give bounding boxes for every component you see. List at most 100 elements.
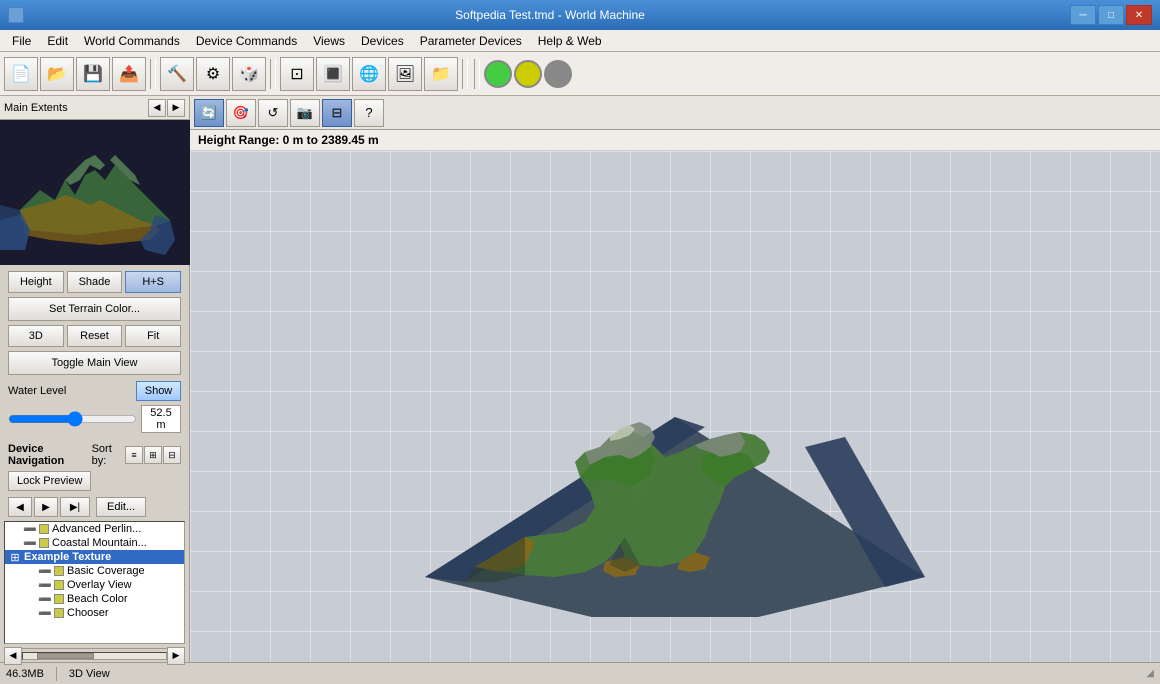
minimize-button[interactable]: ─ xyxy=(1070,5,1096,25)
sort-icon-1[interactable]: ≡ xyxy=(125,446,143,464)
water-level-slider[interactable] xyxy=(8,411,137,427)
water-level-row: Water Level Show xyxy=(8,381,181,401)
nav-end-button[interactable]: ▶| xyxy=(60,497,90,517)
sort-label: Sort by: xyxy=(92,443,125,467)
green-indicator xyxy=(484,60,512,88)
tree-item-label: Coastal Mountain... xyxy=(52,537,180,549)
zoom-fit-toolbar-button[interactable]: 🔳 xyxy=(316,57,350,91)
orbit-view-button[interactable]: 🔄 xyxy=(194,99,224,127)
height-info: Height Range: 0 m to 2389.45 m xyxy=(190,130,1160,151)
view-action-buttons: 3D Reset Fit xyxy=(8,325,181,347)
water-show-button[interactable]: Show xyxy=(136,381,181,401)
save-toolbar-button[interactable]: 💾 xyxy=(76,57,110,91)
free-view-button[interactable]: 🎯 xyxy=(226,99,256,127)
build2-toolbar-button[interactable]: ⚙ xyxy=(196,57,230,91)
hs-button[interactable]: H+S xyxy=(125,271,181,293)
tree-item-advanced[interactable]: ➖Advanced Perlin... xyxy=(5,522,184,536)
wireframe-view-button[interactable]: ⊟ xyxy=(322,99,352,127)
height-button[interactable]: Height xyxy=(8,271,64,293)
title-bar: Softpedia Test.tmd - World Machine ─ □ ✕ xyxy=(0,0,1160,30)
toolbar-separator xyxy=(270,59,276,89)
terrain-3d xyxy=(325,197,1025,617)
export-toolbar-button[interactable]: 📤 xyxy=(112,57,146,91)
tree-item-basic-coverage[interactable]: ➖Basic Coverage xyxy=(5,564,184,578)
reset-button[interactable]: Reset xyxy=(67,325,123,347)
view-controls: Height Shade H+S Set Terrain Color... 3D… xyxy=(0,265,189,439)
sort-icon-3[interactable]: ⊟ xyxy=(163,446,181,464)
set-terrain-button[interactable]: Set Terrain Color... xyxy=(8,297,181,321)
tree-color-dot xyxy=(54,580,64,590)
build-toolbar-button[interactable]: 🔨 xyxy=(160,57,194,91)
preview-canvas xyxy=(0,120,190,265)
maximize-button[interactable]: □ xyxy=(1098,5,1124,25)
close-button[interactable]: ✕ xyxy=(1126,5,1152,25)
reset-view-view-button[interactable]: ↺ xyxy=(258,99,288,127)
preview-header: Main Extents ◀ ▶ xyxy=(0,96,189,120)
scroll-track[interactable] xyxy=(22,652,167,660)
nav-next-button[interactable]: ▶ xyxy=(34,497,58,517)
tree-item-chooser[interactable]: ➖Chooser xyxy=(5,606,184,620)
tree-item-label: Beach Color xyxy=(67,593,180,605)
tree-item-coastal[interactable]: ➖ Coastal Mountain... xyxy=(5,536,184,550)
window-title: Softpedia Test.tmd - World Machine xyxy=(30,8,1070,22)
sort-icons: ≡ ⊞ ⊟ xyxy=(125,446,181,464)
tree-scrollbar: ◀ ▶ xyxy=(4,648,185,662)
view-mode-status: 3D View xyxy=(69,668,110,680)
render-toolbar-button[interactable]: 🌐 xyxy=(352,57,386,91)
tree-expand-icon: ➖ xyxy=(24,537,36,549)
device-nav-label: Device Navigation xyxy=(8,443,92,467)
lock-preview-button[interactable]: Lock Preview xyxy=(8,471,91,491)
view-toolbar: 🔄🎯↺📷⊟? xyxy=(190,96,1160,130)
menu-bar: FileEditWorld CommandsDevice CommandsVie… xyxy=(0,30,1160,52)
menu-item-file[interactable]: File xyxy=(4,32,39,50)
preview-nav-right[interactable]: ▶ xyxy=(167,99,185,117)
shade-button[interactable]: Shade xyxy=(67,271,123,293)
edit-button[interactable]: Edit... xyxy=(96,497,146,517)
tree-item-label: Chooser xyxy=(67,607,180,619)
gray-indicator xyxy=(544,60,572,88)
tree-item-overlay-view[interactable]: ➖Overlay View xyxy=(5,578,184,592)
preview-label: Main Extents xyxy=(4,102,68,114)
menu-item-devices[interactable]: Devices xyxy=(353,32,412,50)
menu-item-device-commands[interactable]: Device Commands xyxy=(188,32,305,50)
menu-item-views[interactable]: Views xyxy=(305,32,353,50)
water-level-label: Water Level xyxy=(8,385,132,397)
help-view-button[interactable]: ? xyxy=(354,99,384,127)
canvas-3d xyxy=(190,151,1160,662)
scroll-right-button[interactable]: ▶ xyxy=(167,647,185,665)
toolbar-separator xyxy=(150,59,156,89)
status-bar: 46.3MB 3D View ◢ xyxy=(0,662,1160,684)
open-toolbar-button[interactable]: 📂 xyxy=(40,57,74,91)
nav-buttons: ◀ ▶ ▶| Edit... xyxy=(0,495,189,521)
resize-handle[interactable]: ◢ xyxy=(1146,668,1154,679)
fit-button[interactable]: Fit xyxy=(125,325,181,347)
preview-nav-left[interactable]: ◀ xyxy=(148,99,166,117)
menu-item-world-commands[interactable]: World Commands xyxy=(76,32,188,50)
zoom-extents-toolbar-button[interactable]: ⊡ xyxy=(280,57,314,91)
main-layout: Main Extents ◀ ▶ He xyxy=(0,96,1160,662)
tree-item-example-texture[interactable]: ⊞Example Texture xyxy=(5,550,184,564)
app-icon xyxy=(8,7,24,23)
sort-icon-2[interactable]: ⊞ xyxy=(144,446,162,464)
tree-view[interactable]: ➖Advanced Perlin...➖Coastal Mountain...⊞… xyxy=(4,521,185,644)
toolbar: 📄📂💾📤 🔨⚙🎲 ⊡🔳🌐🖼📁 xyxy=(0,52,1160,96)
tree-expand-icon: ➖ xyxy=(39,579,51,591)
nav-prev-button[interactable]: ◀ xyxy=(8,497,32,517)
tree-item-label: Basic Coverage xyxy=(67,565,180,577)
screenshot-view-button[interactable]: 📷 xyxy=(290,99,320,127)
yellow-indicator xyxy=(514,60,542,88)
random-toolbar-button[interactable]: 🎲 xyxy=(232,57,266,91)
toggle-main-button[interactable]: Toggle Main View xyxy=(8,351,181,375)
tree-color-dot xyxy=(54,608,64,618)
window-controls: ─ □ ✕ xyxy=(1070,5,1152,25)
scroll-left-button[interactable]: ◀ xyxy=(4,647,22,665)
3d-button[interactable]: 3D xyxy=(8,325,64,347)
menu-item-edit[interactable]: Edit xyxy=(39,32,76,50)
new-toolbar-button[interactable]: 📄 xyxy=(4,57,38,91)
right-panel: 🔄🎯↺📷⊟? Height Range: 0 m to 2389.45 m xyxy=(190,96,1160,662)
texture-toolbar-button[interactable]: 🖼 xyxy=(388,57,422,91)
tree-item-beach-color[interactable]: ➖Beach Color xyxy=(5,592,184,606)
menu-item-parameter-devices[interactable]: Parameter Devices xyxy=(412,32,530,50)
menu-item-help-&-web[interactable]: Help & Web xyxy=(530,32,610,50)
export2-toolbar-button[interactable]: 📁 xyxy=(424,57,458,91)
